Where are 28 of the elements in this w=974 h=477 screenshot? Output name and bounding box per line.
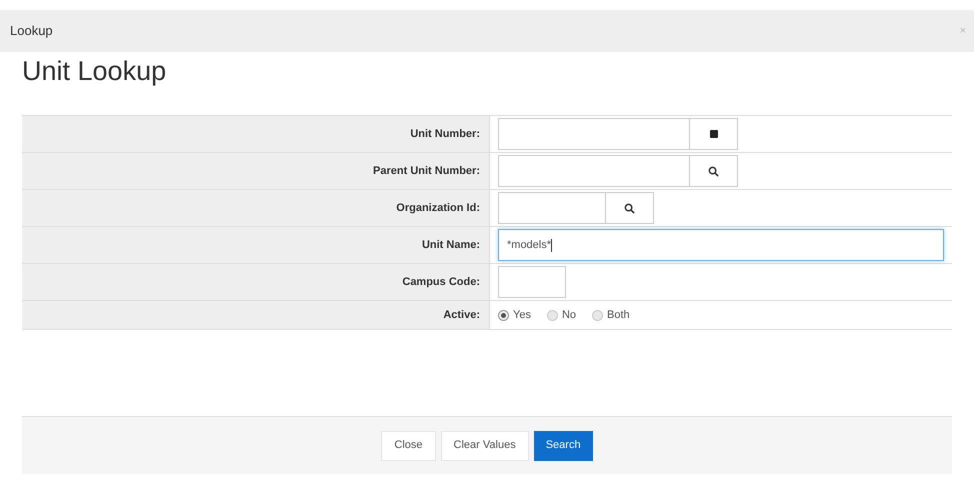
search-icon [624, 202, 635, 214]
field-label: Unit Number: [22, 116, 490, 152]
secondary-button[interactable]: Clear Values [440, 430, 529, 460]
search-button[interactable]: Search [534, 430, 593, 460]
text-field[interactable]: *models* [498, 229, 944, 261]
page-heading: Unit Lookup [21, 58, 168, 85]
radio-option[interactable]: Both [592, 306, 630, 324]
text-field[interactable] [498, 266, 566, 298]
dialog-title: Lookup [10, 22, 53, 40]
field-label: Active: [22, 301, 490, 329]
radio-icon[interactable] [592, 310, 604, 320]
text-field[interactable] [498, 155, 690, 187]
radio-icon[interactable] [546, 310, 558, 320]
field-label: Parent Unit Number: [22, 153, 490, 189]
text-field[interactable] [498, 118, 690, 150]
field-label: Campus Code: [22, 264, 490, 300]
radio-option[interactable]: No [546, 306, 576, 324]
search-icon [708, 166, 719, 176]
inquiry-button[interactable] [690, 118, 738, 150]
lookup-button[interactable] [606, 192, 654, 224]
field-label: Unit Name: [22, 227, 490, 263]
field-label: Organization Id: [22, 190, 490, 226]
lookup-button[interactable] [690, 155, 738, 187]
square-icon [710, 130, 718, 138]
secondary-button[interactable]: Close [381, 430, 436, 460]
radio-icon[interactable] [498, 310, 509, 320]
text-field[interactable] [498, 192, 606, 224]
radio-option[interactable]: Yes [498, 306, 531, 324]
